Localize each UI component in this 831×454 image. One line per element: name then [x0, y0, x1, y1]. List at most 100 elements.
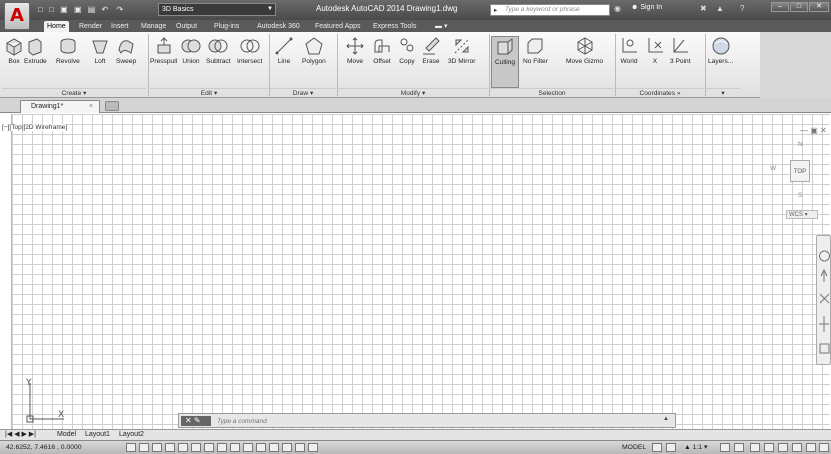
layers-button[interactable]: Layers...	[708, 36, 733, 66]
clean-screen-icon[interactable]	[819, 443, 829, 452]
selection-cycling-icon[interactable]	[295, 443, 305, 452]
status-menu-icon[interactable]	[806, 443, 816, 452]
move-gizmo-button[interactable]: Move Gizmo	[566, 36, 603, 66]
panel-expand-layers[interactable]: ▾	[706, 88, 740, 97]
command-line-close-icon[interactable]: ✕ ✎	[181, 416, 211, 426]
search-binoculars-icon[interactable]: ◉	[614, 4, 621, 13]
snap-icon[interactable]	[139, 443, 149, 452]
ortho-icon[interactable]	[165, 443, 175, 452]
erase-button[interactable]: Erase	[421, 36, 441, 66]
quick-properties-icon[interactable]	[282, 443, 292, 452]
viewcube-top-face[interactable]: TOP	[790, 160, 810, 182]
world-ucs-button[interactable]: World	[619, 36, 639, 66]
copy-button[interactable]: Copy	[397, 36, 417, 66]
transparency-icon[interactable]	[269, 443, 279, 452]
tab-output[interactable]: Output	[173, 21, 200, 32]
tab-autodesk-360[interactable]: Autodesk 360	[254, 21, 303, 32]
grid-icon[interactable]	[152, 443, 162, 452]
ucs-x-button[interactable]: X	[645, 36, 665, 66]
tab-plugins[interactable]: Plug-ins	[211, 21, 242, 32]
polygon-button[interactable]: Polygon	[302, 36, 326, 66]
close-button[interactable]: ✕	[809, 2, 829, 12]
otrack-icon[interactable]	[217, 443, 227, 452]
viewport-controls-label[interactable]: [−][Top][2D Wireframe]	[2, 124, 68, 131]
tab-home[interactable]: Home	[44, 21, 69, 32]
print-icon[interactable]: ▤	[88, 5, 96, 14]
ducs-icon[interactable]	[230, 443, 240, 452]
line-button[interactable]: Line	[274, 36, 294, 66]
ribbon-toggle-icon[interactable]: ▬ ▾	[432, 21, 450, 32]
autodesk-360-icon[interactable]: ▲	[716, 4, 724, 13]
save-icon[interactable]: ▣	[60, 5, 68, 14]
polar-icon[interactable]	[178, 443, 188, 452]
wcs-menu[interactable]: WCS ▾	[786, 210, 818, 219]
panel-title-edit[interactable]: Edit ▾	[150, 88, 268, 97]
ucs-3-point-button[interactable]: 3 Point	[670, 36, 691, 66]
sign-in-button[interactable]: ☻ Sign In	[631, 4, 662, 11]
tab-featured-apps[interactable]: Featured Apps	[312, 21, 364, 32]
maximize-button[interactable]: □	[790, 2, 808, 12]
viewport-window-controls[interactable]: — ▣ ✕	[800, 126, 827, 135]
tab-render[interactable]: Render	[76, 21, 105, 32]
tab-express-tools[interactable]: Express Tools	[370, 21, 419, 32]
help-icon[interactable]: ?	[740, 4, 744, 13]
panel-title-modify[interactable]: Modify ▾	[338, 88, 488, 97]
isolate-objects-icon[interactable]	[792, 443, 802, 452]
model-space-toggle[interactable]: MODEL	[622, 441, 646, 454]
search-input[interactable]: ▸ Type a keyword or phrase	[490, 4, 610, 16]
panel-title-create[interactable]: Create ▾	[2, 88, 146, 97]
redo-icon[interactable]: ↷	[116, 5, 123, 14]
hardware-acceleration-icon[interactable]	[778, 443, 788, 452]
panel-title-coordinates[interactable]: Coordinates »	[616, 88, 704, 97]
dyn-icon[interactable]	[243, 443, 253, 452]
subtract-button[interactable]: Subtract	[206, 36, 231, 66]
panel-title-draw[interactable]: Draw ▾	[270, 88, 336, 97]
lock-icon[interactable]	[764, 443, 774, 452]
annotation-scale[interactable]: ▲ 1:1 ▾	[684, 441, 707, 454]
layout-tab-model[interactable]: Model	[54, 430, 79, 440]
coordinates-readout[interactable]: 42.6252, 7.4616 , 0.0000	[6, 441, 82, 454]
move-button[interactable]: Move	[345, 36, 365, 66]
3d-osnap-icon[interactable]	[204, 443, 214, 452]
auto-scale-icon[interactable]	[734, 443, 744, 452]
drawing-area[interactable]	[12, 114, 830, 429]
undo-icon[interactable]: ↶	[102, 5, 109, 14]
loft-button[interactable]: Loft	[90, 36, 110, 66]
layout-nav-arrows[interactable]: |◀ ◀ ▶ ▶|	[2, 430, 39, 440]
workspace-dropdown[interactable]: 3D Basics ▼	[158, 3, 276, 16]
sweep-button[interactable]: Sweep	[116, 36, 136, 66]
presspull-button[interactable]: Presspull	[150, 36, 177, 66]
3d-mirror-button[interactable]: 3D Mirror	[448, 36, 475, 66]
close-icon[interactable]: ×	[89, 101, 93, 113]
annotation-visibility-icon[interactable]	[720, 443, 730, 452]
quick-view-drawings-icon[interactable]	[666, 443, 676, 452]
gizmo-icon[interactable]	[308, 443, 318, 452]
osnap-icon[interactable]	[191, 443, 201, 452]
layout-tab-layout2[interactable]: Layout2	[116, 430, 147, 440]
offset-button[interactable]: Offset	[372, 36, 392, 66]
exchange-icon[interactable]: ✖	[700, 4, 707, 13]
lineweight-icon[interactable]	[256, 443, 266, 452]
layout-tab-layout1[interactable]: Layout1	[82, 430, 113, 440]
navigation-bar[interactable]	[816, 235, 831, 365]
workspace-switching-icon[interactable]	[750, 443, 760, 452]
intersect-button[interactable]: Intersect	[237, 36, 262, 66]
command-history-button[interactable]: ▲	[663, 416, 669, 422]
extrude-button[interactable]: Extrude	[24, 36, 47, 66]
no-filter-button[interactable]: No Filter	[523, 36, 548, 66]
minimize-button[interactable]: –	[771, 2, 789, 12]
command-input[interactable]	[217, 415, 657, 427]
box-button[interactable]: Box	[4, 36, 24, 66]
tab-insert[interactable]: Insert	[108, 21, 132, 32]
new-tab-button[interactable]	[105, 101, 119, 111]
union-button[interactable]: Union	[181, 36, 201, 66]
infer-constraints-icon[interactable]	[126, 443, 136, 452]
open-icon[interactable]: □	[49, 5, 54, 14]
quick-view-layouts-icon[interactable]	[652, 443, 662, 452]
new-icon[interactable]: □	[38, 5, 43, 14]
tab-manage[interactable]: Manage	[138, 21, 169, 32]
saveas-icon[interactable]: ▣	[74, 5, 82, 14]
revolve-button[interactable]: Revolve	[56, 36, 80, 66]
culling-button[interactable]: Culling	[491, 36, 519, 88]
application-menu-button[interactable]: A	[4, 2, 30, 30]
